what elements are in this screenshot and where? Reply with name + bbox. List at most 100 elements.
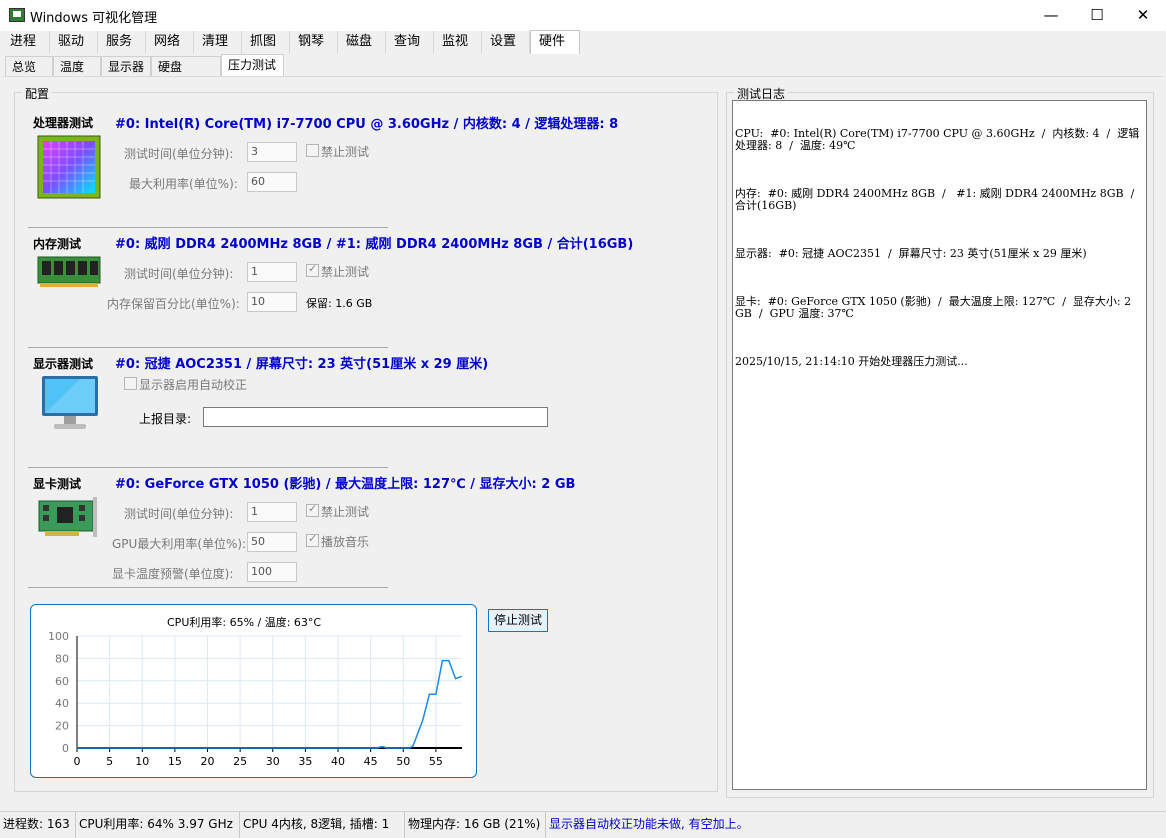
cpu-info: #0: Intel(R) Core(TM) i7-7700 CPU @ 3.60… <box>115 117 619 132</box>
tab-hardware[interactable]: 硬件 <box>530 30 580 54</box>
title-bar: Windows 可视化管理 — ☐ ✕ <box>0 0 1166 31</box>
y-tick-label: 80 <box>55 652 69 665</box>
display-auto-label: 显示器启用自动校正 <box>139 378 248 392</box>
x-tick-label: 20 <box>201 755 215 768</box>
gpu-temp-label: 显卡温度预警(单位度): <box>112 567 234 581</box>
window-title: Windows 可视化管理 <box>30 11 158 26</box>
tab-network[interactable]: 网络 <box>146 31 194 53</box>
tab-cleanup[interactable]: 清理 <box>194 31 242 53</box>
maximize-button[interactable]: ☐ <box>1074 0 1120 31</box>
tab-settings[interactable]: 设置 <box>482 31 530 53</box>
gpu-disable-label: 禁止测试 <box>321 505 370 519</box>
log-line: 内存: #0: 威刚 DDR4 2400MHz 8GB / #1: 威刚 DDR… <box>735 187 1142 212</box>
display-test-label: 显示器测试 <box>33 357 94 371</box>
status-message: 显示器自动校正功能未做, 有空加上。 <box>549 817 749 831</box>
subtab-stress-test[interactable]: 压力测试 <box>221 54 284 77</box>
divider <box>28 467 388 468</box>
memory-test-label: 内存测试 <box>33 237 82 251</box>
subtab-temperature[interactable]: 温度 <box>53 56 101 76</box>
test-log[interactable]: CPU: #0: Intel(R) Core(TM) i7-7700 CPU @… <box>732 100 1147 790</box>
status-process-count: 进程数: 163 <box>0 812 76 838</box>
gpu-disable-checkbox[interactable] <box>306 502 319 517</box>
memory-reserve-input[interactable]: 10 <box>247 292 297 312</box>
y-tick-label: 40 <box>55 697 69 710</box>
memory-info: #0: 威刚 DDR4 2400MHz 8GB / #1: 威刚 DDR4 24… <box>115 237 634 252</box>
report-dir-input[interactable] <box>203 407 548 427</box>
x-tick-label: 25 <box>233 755 247 768</box>
cpu-usage-series <box>77 659 463 749</box>
x-tick-label: 55 <box>429 755 443 768</box>
memory-disable-label: 禁止测试 <box>321 265 370 279</box>
log-line: CPU: #0: Intel(R) Core(TM) i7-7700 CPU @… <box>735 127 1140 152</box>
log-line: 2025/10/15, 21:14:10 开始处理器压力测试... <box>735 355 968 368</box>
gpu-temp-input[interactable]: 100 <box>247 562 297 582</box>
subtab-display[interactable]: 显示器 <box>101 56 151 76</box>
y-tick-label: 0 <box>62 742 69 755</box>
x-tick-label: 5 <box>106 755 113 768</box>
subtab-overview[interactable]: 总览 <box>5 56 53 76</box>
x-tick-label: 40 <box>331 755 345 768</box>
log-line: 显示器: #0: 冠捷 AOC2351 / 屏幕尺寸: 23 英寸(51厘米 x… <box>735 247 1087 260</box>
tab-disk[interactable]: 磁盘 <box>338 31 386 53</box>
cpu-chip-icon <box>37 135 101 199</box>
cpu-time-input[interactable]: 3 <box>247 142 297 162</box>
gpu-max-label: GPU最大利用率(单位%): <box>112 537 247 551</box>
y-tick-label: 20 <box>55 720 69 733</box>
stop-test-button[interactable]: 停止测试 <box>488 609 548 632</box>
cpu-disable-checkbox[interactable] <box>306 144 319 157</box>
gpu-info: #0: GeForce GTX 1050 (影驰) / 最大温度上限: 127℃… <box>115 477 576 492</box>
tab-monitor[interactable]: 监视 <box>434 31 482 53</box>
display-auto-checkbox[interactable] <box>124 377 137 390</box>
graphics-card-icon <box>37 495 99 541</box>
cpu-max-label: 最大利用率(单位%): <box>129 177 238 191</box>
subtab-disk-smart[interactable]: 硬盘 SMART <box>151 56 221 94</box>
gpu-music-label: 播放音乐 <box>321 535 370 549</box>
cpu-test-label: 处理器测试 <box>33 116 94 130</box>
memory-time-input[interactable]: 1 <box>247 262 297 282</box>
gpu-test-label: 显卡测试 <box>33 477 82 491</box>
x-tick-label: 0 <box>74 755 81 768</box>
status-cpu-cores: CPU 4内核, 8逻辑, 插槽: 1 <box>240 812 405 838</box>
x-tick-label: 30 <box>266 755 280 768</box>
tab-process[interactable]: 进程 <box>2 31 50 53</box>
x-tick-label: 10 <box>135 755 149 768</box>
app-icon <box>9 8 25 22</box>
divider <box>28 587 388 588</box>
memory-module-icon <box>37 254 101 288</box>
memory-time-label: 测试时间(单位分钟): <box>124 267 234 281</box>
gpu-time-label: 测试时间(单位分钟): <box>124 507 234 521</box>
x-tick-label: 35 <box>298 755 312 768</box>
x-tick-label: 50 <box>396 755 410 768</box>
config-group-title: 配置 <box>22 85 53 102</box>
tab-piano[interactable]: 钢琴 <box>290 31 338 53</box>
tab-driver[interactable]: 驱动 <box>50 31 98 53</box>
x-tick-label: 15 <box>168 755 182 768</box>
divider <box>28 347 388 348</box>
status-cpu-usage: CPU利用率: 64% 3.97 GHz <box>76 812 240 838</box>
close-button[interactable]: ✕ <box>1120 0 1166 31</box>
y-tick-label: 60 <box>55 675 69 688</box>
report-dir-label: 上报目录: <box>139 412 192 426</box>
monitor-icon <box>40 374 100 434</box>
log-line: 显卡: #0: GeForce GTX 1050 (影驰) / 最大温度上限: … <box>735 295 1135 320</box>
x-tick-label: 45 <box>364 755 378 768</box>
memory-disable-checkbox[interactable] <box>306 262 319 277</box>
memory-reserve-text: 保留: 1.6 GB <box>306 297 373 310</box>
display-info: #0: 冠捷 AOC2351 / 屏幕尺寸: 23 英寸(51厘米 x 29 厘… <box>115 357 489 372</box>
tab-capture[interactable]: 抓图 <box>242 31 290 53</box>
tab-query[interactable]: 查询 <box>386 31 434 53</box>
chart-title: CPU利用率: 65% / 温度: 63°C <box>167 615 321 629</box>
divider <box>28 227 388 228</box>
memory-reserve-label: 内存保留百分比(单位%): <box>107 297 240 311</box>
tab-service[interactable]: 服务 <box>98 31 146 53</box>
status-bar: 进程数: 163 CPU利用率: 64% 3.97 GHz CPU 4内核, 8… <box>0 811 1166 838</box>
gpu-music-checkbox[interactable] <box>306 532 319 547</box>
gpu-max-input[interactable]: 50 <box>247 532 297 552</box>
minimize-button[interactable]: — <box>1028 0 1074 31</box>
cpu-disable-label: 禁止测试 <box>321 145 370 159</box>
cpu-time-label: 测试时间(单位分钟): <box>124 147 234 161</box>
cpu-usage-chart-svg: CPU利用率: 65% / 温度: 63°C 0 5 10 15 20 25 30 35 40 4… <box>48 615 463 768</box>
cpu-max-input[interactable]: 60 <box>247 172 297 192</box>
y-tick-label: 100 <box>48 630 69 643</box>
gpu-time-input[interactable]: 1 <box>247 502 297 522</box>
